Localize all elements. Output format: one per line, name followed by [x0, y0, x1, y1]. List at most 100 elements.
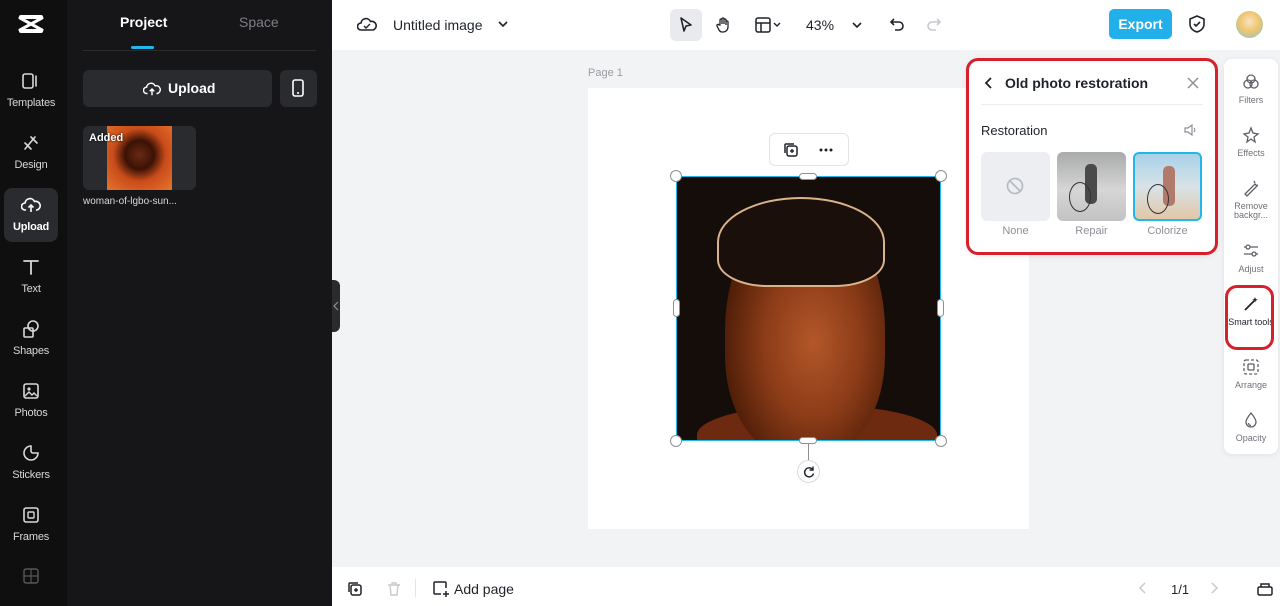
- panel-collapse-handle[interactable]: [332, 280, 340, 332]
- selected-photo[interactable]: [676, 176, 941, 441]
- next-page-icon[interactable]: [1209, 582, 1219, 594]
- highlight-outline: [966, 58, 1218, 255]
- stickers-icon: [23, 445, 39, 461]
- page-label: Page 1: [588, 67, 623, 79]
- add-page-button[interactable]: Add page: [454, 581, 514, 597]
- effects-icon: [1242, 126, 1260, 144]
- tool-filters[interactable]: Filters: [1224, 67, 1278, 117]
- tool-label: Opacity: [1235, 433, 1267, 443]
- export-button[interactable]: Export: [1109, 9, 1172, 39]
- rotate-handle[interactable]: [797, 460, 820, 483]
- pointer-icon: [680, 17, 692, 32]
- trash-icon[interactable]: [386, 581, 402, 597]
- nav-label: Stickers: [12, 469, 50, 481]
- top-toolbar: Untitled image 43% Export: [332, 0, 1280, 50]
- frames-icon: [23, 507, 39, 523]
- add-page-icon[interactable]: [432, 580, 450, 598]
- templates-icon: [22, 73, 37, 89]
- duplicate-page-icon[interactable]: [347, 581, 363, 597]
- nav-label: Upload: [12, 221, 50, 233]
- arrange-icon: [1243, 359, 1259, 375]
- nav-item-photos[interactable]: Photos: [4, 374, 58, 428]
- nav-item-templates[interactable]: Templates: [4, 64, 58, 118]
- nav-label: Shapes: [12, 345, 50, 357]
- cloud-save-icon[interactable]: [357, 15, 377, 33]
- nav-item-upload[interactable]: Upload: [4, 188, 58, 242]
- user-avatar[interactable]: [1236, 11, 1263, 38]
- page-counter: 1/1: [1171, 582, 1190, 597]
- resize-handle-right[interactable]: [937, 299, 944, 317]
- resize-handle-bottom-left[interactable]: [670, 435, 682, 447]
- layers-icon[interactable]: [1256, 581, 1274, 597]
- tool-label: Effects: [1237, 148, 1265, 158]
- phone-icon: [292, 79, 304, 97]
- nav-label: Frames: [12, 531, 50, 543]
- rotate-icon: [803, 466, 815, 478]
- resize-handle-left[interactable]: [673, 299, 680, 317]
- resize-handle-top-left[interactable]: [670, 170, 682, 182]
- resize-handle-top[interactable]: [799, 173, 817, 180]
- cloud-upload-icon: [143, 82, 161, 96]
- filters-icon: [1243, 74, 1259, 89]
- hand-tool-button[interactable]: [708, 9, 740, 41]
- design-icon: [24, 136, 38, 150]
- upload-button-label: Upload: [168, 80, 216, 96]
- tool-label: Filters: [1238, 95, 1264, 105]
- zoom-level[interactable]: 43%: [806, 17, 834, 33]
- select-tool-button[interactable]: [670, 9, 702, 41]
- nav-label: Photos: [14, 407, 48, 419]
- active-tab-indicator: [131, 46, 154, 49]
- highlight-outline: [1225, 285, 1274, 350]
- shapes-icon: [23, 320, 39, 338]
- asset-filename: woman-of-lgbo-sun...: [83, 196, 177, 207]
- element-floating-toolbar: [769, 133, 849, 166]
- undo-icon[interactable]: [889, 16, 905, 32]
- toolbar-separator: [415, 579, 416, 597]
- document-title[interactable]: Untitled image: [393, 17, 483, 33]
- side-panel: Project Space Upload Added woman-of-lgbo…: [67, 0, 332, 606]
- upload-button[interactable]: Upload: [83, 70, 272, 107]
- hand-icon: [716, 17, 729, 33]
- chevron-left-icon: [333, 301, 339, 311]
- resize-handle-bottom[interactable]: [799, 437, 817, 444]
- tool-label: Arrange: [1234, 380, 1268, 390]
- right-tools-panel: Filters Effects Remove backgr... Adjust …: [1224, 59, 1278, 454]
- shield-icon[interactable]: [1188, 14, 1206, 34]
- resize-handle-top-right[interactable]: [935, 170, 947, 182]
- left-navigation: Templates Design Upload Text Shapes Phot…: [0, 0, 67, 606]
- tab-space[interactable]: Space: [239, 14, 279, 30]
- resize-handle-bottom-right[interactable]: [935, 435, 947, 447]
- capcut-logo-icon[interactable]: [17, 12, 45, 36]
- layout-tool-button[interactable]: [748, 9, 788, 41]
- more-options-icon[interactable]: [818, 142, 834, 158]
- duplicate-icon[interactable]: [783, 142, 799, 158]
- rotate-connector: [808, 444, 809, 460]
- mobile-upload-button[interactable]: [280, 70, 317, 107]
- uploaded-asset-thumbnail[interactable]: Added: [83, 126, 196, 190]
- photo-hair: [717, 197, 885, 287]
- nav-item-text[interactable]: Text: [4, 250, 58, 304]
- nav-label: Design: [14, 159, 48, 171]
- nav-item-stickers[interactable]: Stickers: [4, 436, 58, 490]
- added-badge: Added: [89, 132, 124, 144]
- nav-item-frames[interactable]: Frames: [4, 498, 58, 552]
- redo-icon[interactable]: [926, 16, 942, 32]
- tool-label: Adjust: [1238, 264, 1264, 274]
- nav-label: Templates: [6, 97, 56, 109]
- tool-opacity[interactable]: Opacity: [1224, 405, 1278, 455]
- tool-label: Remove backgr...: [1233, 201, 1269, 220]
- tool-effects[interactable]: Effects: [1224, 120, 1278, 170]
- adjust-icon: [1244, 244, 1258, 257]
- panel-divider: [83, 50, 316, 51]
- previous-page-icon[interactable]: [1138, 582, 1148, 594]
- tool-arrange[interactable]: Arrange: [1224, 352, 1278, 402]
- tool-adjust[interactable]: Adjust: [1224, 236, 1278, 286]
- nav-item-design[interactable]: Design: [4, 126, 58, 180]
- text-icon: [23, 260, 39, 275]
- more-tools-icon[interactable]: [23, 568, 39, 584]
- tab-project[interactable]: Project: [120, 14, 167, 30]
- zoom-chevron-down-icon[interactable]: [851, 19, 863, 31]
- nav-item-shapes[interactable]: Shapes: [4, 312, 58, 366]
- chevron-down-icon[interactable]: [497, 18, 509, 30]
- tool-remove-background[interactable]: Remove backgr...: [1224, 173, 1278, 223]
